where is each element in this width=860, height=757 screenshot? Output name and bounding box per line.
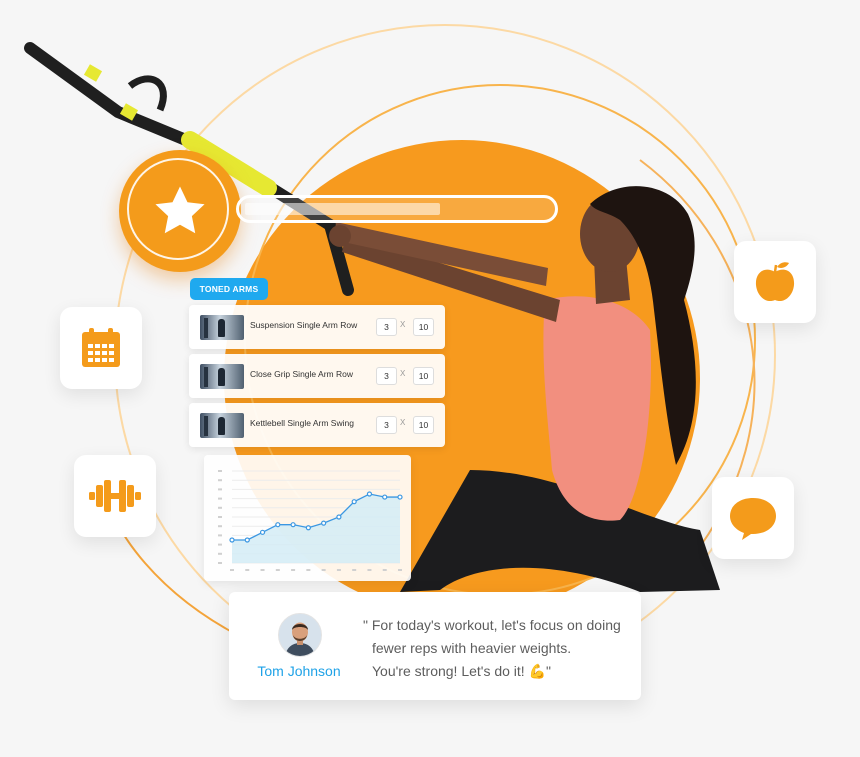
exercise-row[interactable]: Kettlebell Single Arm Swing 3 X 10 <box>189 403 445 447</box>
quote-line: You're strong! Let's do it! 💪" <box>372 663 551 679</box>
apple-icon <box>755 262 795 302</box>
times-sign: X <box>400 320 406 329</box>
exercise-thumbnail <box>200 364 244 389</box>
x-tick <box>275 569 280 571</box>
x-tick <box>367 569 372 571</box>
exercise-name: Kettlebell Single Arm Swing <box>250 418 354 428</box>
avatar[interactable] <box>278 613 322 657</box>
data-point <box>290 522 296 528</box>
x-tick <box>245 569 250 571</box>
achievement-star-badge <box>119 150 241 272</box>
progress-chart <box>218 470 403 571</box>
badge-ring <box>127 158 229 260</box>
y-tick <box>218 516 222 518</box>
y-tick <box>218 506 222 509</box>
exercise-thumbnail <box>200 413 244 438</box>
exercise-name: Suspension Single Arm Row <box>250 320 358 330</box>
reps-field[interactable]: 10 <box>413 318 434 336</box>
x-tick <box>291 569 296 571</box>
x-tick <box>398 569 402 571</box>
x-tick <box>352 569 357 571</box>
data-point <box>275 522 281 528</box>
program-tag[interactable]: TONED ARMS <box>190 278 268 300</box>
data-point <box>382 494 388 500</box>
exercise-row[interactable]: Close Grip Single Arm Row 3 X 10 <box>189 354 445 398</box>
chat-bubble-icon <box>730 498 776 540</box>
y-tick <box>218 543 222 546</box>
sets-field[interactable]: 3 <box>376 318 397 336</box>
coach-photo <box>279 614 321 656</box>
exercise-name: Close Grip Single Arm Row <box>250 369 353 379</box>
y-tick <box>218 497 222 500</box>
exercise-row[interactable]: Suspension Single Arm Row 3 X 10 <box>189 305 445 349</box>
exercise-thumbnail <box>200 315 244 340</box>
data-point <box>229 537 235 543</box>
data-point <box>366 491 373 497</box>
x-tick <box>230 569 234 571</box>
coach-message-card: Tom Johnson " For today's workout, let's… <box>229 592 641 700</box>
sets-field[interactable]: 3 <box>376 416 397 434</box>
y-tick <box>218 525 222 528</box>
reps-field[interactable]: 10 <box>413 367 434 385</box>
data-point <box>397 494 403 500</box>
y-tick <box>218 479 222 482</box>
y-tick <box>218 488 222 491</box>
data-point <box>244 537 250 543</box>
workout-tile[interactable] <box>74 455 156 537</box>
data-point <box>321 520 327 526</box>
x-tick <box>321 569 326 571</box>
x-tick <box>336 569 341 571</box>
x-tick <box>306 569 311 571</box>
data-point <box>351 499 357 505</box>
y-tick <box>218 470 222 472</box>
quote-line: fewer reps with heavier weights. <box>372 640 572 656</box>
nutrition-tile[interactable] <box>734 241 816 323</box>
y-tick <box>218 562 222 564</box>
dumbbell-icon <box>89 480 141 512</box>
sets-field[interactable]: 3 <box>376 367 397 385</box>
times-sign: X <box>400 369 406 378</box>
data-point <box>259 529 266 535</box>
program-progress-bar <box>236 195 558 223</box>
y-tick <box>218 552 222 555</box>
data-point <box>336 514 342 520</box>
data-point <box>305 525 311 531</box>
fitness-app-hero: TONED ARMS Suspension Single Arm Row 3 X… <box>0 0 860 757</box>
coach-name[interactable]: Tom Johnson <box>243 663 355 679</box>
x-tick <box>382 569 387 571</box>
calendar-icon <box>82 328 120 367</box>
quote-line: " For today's workout, let's focus on do… <box>363 617 621 633</box>
progress-fill <box>245 203 440 215</box>
times-sign: X <box>400 418 406 427</box>
reps-field[interactable]: 10 <box>413 416 434 434</box>
progress-chart-card <box>204 455 411 581</box>
x-tick <box>260 569 265 571</box>
y-tick <box>218 534 222 537</box>
series-area <box>232 494 400 563</box>
calendar-tile[interactable] <box>60 307 142 389</box>
chat-tile[interactable] <box>712 477 794 559</box>
